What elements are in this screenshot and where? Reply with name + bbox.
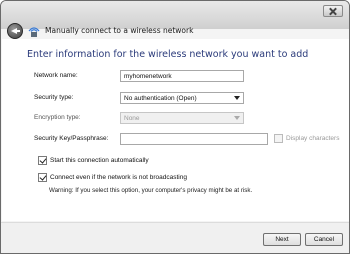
start-automatically-label: Start this connection automatically xyxy=(50,157,149,164)
chevron-down-icon xyxy=(234,96,240,100)
start-automatically-checkbox[interactable] xyxy=(38,156,47,165)
back-arrow-icon[interactable] xyxy=(7,23,23,39)
wireless-network-icon xyxy=(28,27,40,37)
title-bar xyxy=(1,1,349,29)
connect-even-checkbox[interactable] xyxy=(38,173,47,182)
connect-even-label: Connect even if the network is not broad… xyxy=(50,174,187,181)
cancel-button[interactable]: Cancel xyxy=(305,233,343,246)
page-heading: Enter information for the wireless netwo… xyxy=(27,49,309,60)
dialog-footer: Next Cancel xyxy=(1,222,349,253)
window-title: Manually connect to a wireless network xyxy=(45,26,194,35)
display-characters-label: Display characters xyxy=(286,135,340,142)
network-name-input[interactable]: myhomenetwork xyxy=(120,70,244,82)
security-type-label: Security type: xyxy=(34,94,74,101)
security-type-value: No authentication (Open) xyxy=(124,95,197,102)
encryption-type-label: Encryption type: xyxy=(34,114,81,121)
encryption-type-value: None xyxy=(124,115,140,122)
security-key-label: Security Key/Passphrase: xyxy=(34,135,109,142)
network-name-label: Network name: xyxy=(34,72,78,79)
window-controls xyxy=(323,5,343,17)
encryption-type-select[interactable]: None xyxy=(120,112,244,124)
next-button[interactable]: Next xyxy=(263,233,301,246)
privacy-warning: Warning: If you select this option, your… xyxy=(49,187,253,194)
chevron-down-icon xyxy=(234,116,240,120)
security-type-select[interactable]: No authentication (Open) xyxy=(120,92,244,104)
display-characters-checkbox[interactable] xyxy=(274,134,283,143)
dialog-window: Manually connect to a wireless network E… xyxy=(0,0,350,254)
close-icon[interactable] xyxy=(323,5,343,17)
security-key-input[interactable] xyxy=(120,133,268,145)
